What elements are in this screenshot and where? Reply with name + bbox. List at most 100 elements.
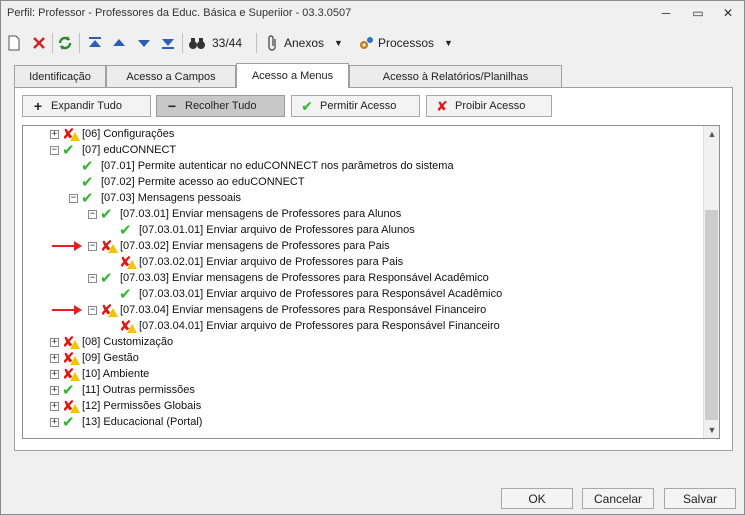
expand-all-label: Expandir Tudo — [51, 100, 122, 112]
expand-node-icon[interactable]: + — [50, 417, 59, 427]
close-icon[interactable]: ✕ — [717, 5, 739, 21]
tree-node-label: [07.03.03.01] Enviar arquivo de Professo… — [139, 288, 503, 300]
access-partial-warning-icon[interactable]: ✘ — [62, 398, 80, 415]
expand-node-icon[interactable]: + — [50, 401, 59, 411]
tree-node[interactable]: − ✔ [07.03.03] Enviar mensagens de Profess… — [88, 270, 489, 287]
ok-button[interactable]: OK — [501, 488, 573, 509]
last-record-icon — [162, 39, 174, 49]
tree-node[interactable]: + ✘ [10] Ambiente — [50, 366, 149, 383]
tree-node[interactable]: + ✘ [09] Gestão — [50, 350, 139, 367]
record-counter[interactable]: 33/44 — [188, 33, 242, 53]
processos-menu-button[interactable]: Processos ▼ — [358, 33, 453, 53]
access-allowed-checkmark-icon[interactable]: ✔ — [81, 158, 99, 175]
next-record-button[interactable] — [137, 33, 151, 53]
tree-node-label: [06] Configurações — [82, 128, 175, 140]
last-record-button[interactable] — [161, 33, 175, 53]
collapse-all-button[interactable]: − Recolher Tudo — [156, 95, 285, 117]
access-partial-warning-icon[interactable]: ✘ — [62, 334, 80, 351]
tree-node[interactable]: − ✔ [07.03] Mensagens pessoais — [69, 190, 242, 207]
tree-node-label: [07.03.04.01] Enviar arquivo de Professo… — [139, 320, 500, 332]
access-partial-warning-icon[interactable]: ✘ — [100, 302, 118, 319]
vertical-scrollbar[interactable]: ▲ ▼ — [703, 126, 719, 438]
access-allowed-checkmark-icon[interactable]: ✔ — [62, 414, 80, 431]
tree-node-label: [07.03] Mensagens pessoais — [101, 192, 242, 204]
tree-node[interactable]: + ✘ [08] Customização — [50, 334, 173, 351]
collapse-node-icon[interactable]: − — [88, 305, 97, 315]
refresh-button[interactable] — [57, 33, 73, 53]
save-button[interactable]: Salvar — [664, 488, 736, 509]
toolbar-separator — [52, 33, 53, 53]
expand-all-button[interactable]: + Expandir Tudo — [22, 95, 151, 117]
tab-acesso-campos[interactable]: Acesso a Campos — [106, 65, 236, 87]
tree-node-label: [07.03.04] Enviar mensagens de Professor… — [120, 304, 487, 316]
new-record-button[interactable] — [7, 33, 21, 53]
access-partial-warning-icon[interactable]: ✘ — [119, 254, 137, 271]
access-allowed-checkmark-icon[interactable]: ✔ — [119, 286, 137, 303]
tree-node-label: [07.01] Permite autenticar no eduCONNECT… — [101, 160, 454, 172]
expand-node-icon[interactable]: + — [50, 337, 59, 347]
access-partial-warning-icon[interactable]: ✘ — [62, 350, 80, 367]
tree-node[interactable]: ✔ [07.03.01.01] Enviar arquivo de Profess… — [107, 222, 415, 239]
collapse-node-icon[interactable]: − — [50, 145, 59, 155]
tree-node[interactable]: + ✔ [11] Outras permissões — [50, 382, 195, 399]
scrollbar-thumb[interactable] — [705, 210, 718, 420]
access-partial-warning-icon[interactable]: ✘ — [119, 318, 137, 335]
tree-node[interactable]: + ✔ [13] Educacional (Portal) — [50, 414, 202, 431]
tree-node[interactable]: ✔ [07.02] Permite acesso ao eduCONNECT — [69, 174, 305, 191]
tree-node[interactable]: ✘ [07.03.02.01] Enviar arquivo de Profess… — [107, 254, 403, 271]
tree-node[interactable]: + ✘ [06] Configurações — [50, 126, 175, 143]
access-partial-warning-icon[interactable]: ✘ — [62, 126, 80, 143]
tree-node[interactable]: − ✔ [07] eduCONNECT — [50, 142, 176, 159]
tree-node[interactable]: − ✘ [07.03.02] Enviar mensagens de Profess… — [88, 238, 390, 255]
red-pointer-arrow-icon — [52, 305, 82, 315]
expand-node-icon[interactable]: + — [50, 385, 59, 395]
expand-node-icon[interactable]: + — [50, 353, 59, 363]
processos-label: Processos — [378, 36, 435, 50]
deny-access-button[interactable]: ✘ Proibir Acesso — [426, 95, 552, 117]
scroll-up-icon[interactable]: ▲ — [704, 126, 719, 142]
chevron-down-icon: ▼ — [334, 38, 343, 48]
tree-node[interactable]: ✔ [07.01] Permite autenticar no eduCONNEC… — [69, 158, 454, 175]
maximize-icon[interactable]: ▭ — [687, 5, 709, 21]
expand-node-icon[interactable]: + — [50, 129, 59, 139]
expand-node-icon[interactable]: + — [50, 369, 59, 379]
access-allowed-checkmark-icon[interactable]: ✔ — [62, 382, 80, 399]
delete-record-button[interactable] — [31, 33, 47, 53]
access-allowed-checkmark-icon[interactable]: ✔ — [62, 142, 80, 159]
anexos-menu-button[interactable]: Anexos ▼ — [266, 33, 343, 53]
allow-access-label: Permitir Acesso — [320, 100, 397, 112]
access-partial-warning-icon[interactable]: ✘ — [62, 366, 80, 383]
access-allowed-checkmark-icon[interactable]: ✔ — [81, 174, 99, 191]
access-allowed-checkmark-icon[interactable]: ✔ — [81, 190, 99, 207]
access-allowed-checkmark-icon[interactable]: ✔ — [119, 222, 137, 239]
toolbar-separator — [79, 33, 80, 53]
tree-node[interactable]: − ✘ [07.03.04] Enviar mensagens de Profess… — [88, 302, 487, 319]
collapse-node-icon[interactable]: − — [88, 273, 97, 283]
collapse-node-icon[interactable]: − — [88, 241, 97, 251]
tree-node[interactable]: + ✘ [12] Permissões Globais — [50, 398, 201, 415]
cross-icon: ✘ — [436, 97, 448, 114]
tab-identificacao[interactable]: Identificação — [14, 65, 106, 87]
access-allowed-checkmark-icon[interactable]: ✔ — [100, 270, 118, 287]
collapse-node-icon[interactable]: − — [88, 209, 97, 219]
tree-node[interactable]: ✘ [07.03.04.01] Enviar arquivo de Profess… — [107, 318, 500, 335]
tab-acesso-relatorios[interactable]: Acesso à Relatórios/Planilhas — [349, 65, 562, 87]
tree-node[interactable]: − ✔ [07.03.01] Enviar mensagens de Profess… — [88, 206, 401, 223]
previous-record-button[interactable] — [112, 33, 126, 53]
first-record-icon — [89, 37, 101, 47]
access-partial-warning-icon[interactable]: ✘ — [100, 238, 118, 255]
collapse-all-label: Recolher Tudo — [185, 100, 257, 112]
tree-node[interactable]: ✔ [07.03.03.01] Enviar arquivo de Profess… — [107, 286, 503, 303]
record-counter-label: 33/44 — [212, 36, 243, 50]
scroll-down-icon[interactable]: ▼ — [704, 422, 719, 438]
access-allowed-checkmark-icon[interactable]: ✔ — [100, 206, 118, 223]
window-title: Perfil: Professor - Professores da Educ.… — [7, 7, 352, 19]
first-record-button[interactable] — [88, 33, 102, 53]
minimize-icon[interactable]: ─ — [655, 5, 677, 21]
collapse-node-icon[interactable]: − — [69, 193, 78, 203]
tree-node-label: [07.03.01.01] Enviar arquivo de Professo… — [139, 224, 415, 236]
cancel-button[interactable]: Cancelar — [582, 488, 654, 509]
tab-acesso-menus[interactable]: Acesso a Menus — [236, 63, 349, 88]
dialog-window: Perfil: Professor - Professores da Educ.… — [0, 0, 745, 515]
allow-access-button[interactable]: ✔ Permitir Acesso — [291, 95, 420, 117]
